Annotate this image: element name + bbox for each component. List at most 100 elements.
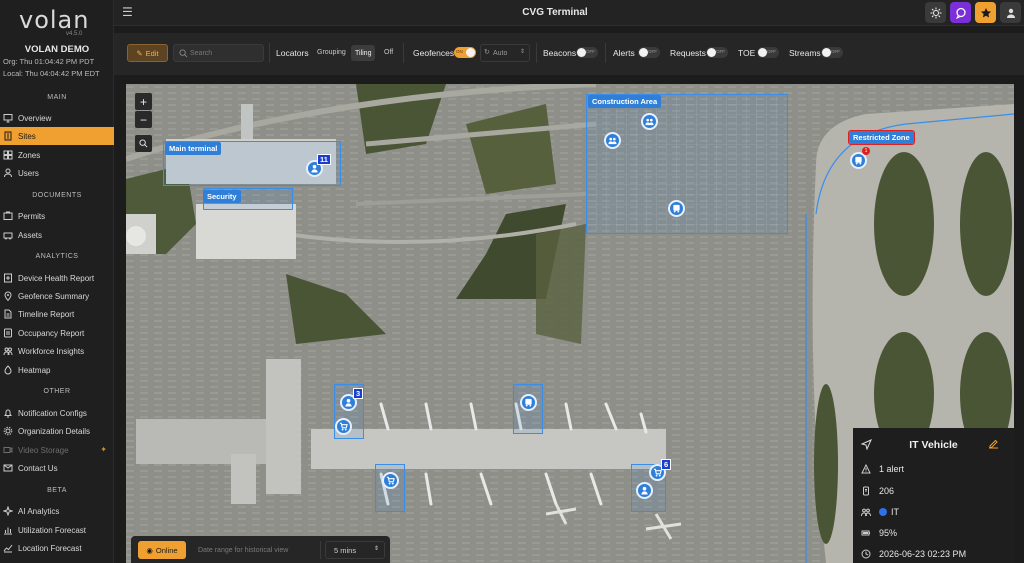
auto-dropdown[interactable]: ↻ Auto ⇕ (480, 44, 530, 62)
cart-icon (339, 422, 348, 431)
toggle-knob (758, 48, 767, 57)
alerts-toggle[interactable]: OFF (638, 47, 660, 58)
mail-icon (3, 463, 13, 473)
user-menu-button[interactable] (1000, 2, 1021, 23)
geofences-toggle[interactable]: ON (454, 47, 476, 58)
sidebar-item-timeline-report[interactable]: Timeline Report (0, 305, 114, 323)
divider (269, 43, 270, 63)
users-icon (3, 168, 13, 178)
online-button[interactable]: ◉ Online (138, 541, 186, 559)
cluster-count-badge: 3 (353, 388, 364, 399)
person-icon (311, 164, 318, 173)
requests-toggle[interactable]: OFF (706, 47, 728, 58)
streams-toggle[interactable]: OFF (821, 47, 843, 58)
chat-icon (955, 7, 966, 19)
sidebar-item-notification-configs[interactable]: Notification Configs (0, 404, 114, 422)
zone-label-security[interactable]: Security (203, 190, 241, 203)
edit-label: Edit (145, 48, 159, 58)
sidebar-item-sites[interactable]: Sites (0, 127, 114, 145)
zone-label-construction-area[interactable]: Construction Area (588, 95, 662, 108)
locator-mode-tiling[interactable]: Tiling (351, 45, 376, 61)
battery-icon (861, 530, 870, 536)
cart-icon (386, 476, 395, 485)
search-icon (139, 139, 148, 148)
sidebar-item-label: Notification Configs (18, 408, 87, 418)
beacons-toggle[interactable]: OFF (576, 47, 598, 58)
insights-icon (3, 346, 13, 356)
id-value: 206 (879, 486, 895, 496)
person-icon (345, 398, 352, 407)
zoom-out-button[interactable]: − (135, 111, 152, 128)
sidebar-item-organization-details[interactable]: Organization Details (0, 422, 114, 440)
sidebar-item-contact-us[interactable]: Contact Us (0, 459, 114, 477)
divider (403, 43, 404, 63)
sidebar-item-location-forecast[interactable]: Location Forecast (0, 539, 114, 557)
live-icon: ◉ (146, 545, 153, 555)
toggle-knob (639, 48, 648, 57)
sidebar-item-device-health[interactable]: Device Health Report (0, 269, 114, 287)
cart-pin[interactable] (382, 472, 399, 489)
forecast-icon (3, 543, 13, 553)
sidebar-item-video-storage: Video Storage ✦ (0, 441, 114, 459)
asset-info-panel: IT Vehicle 1 alert 206 IT 95% 2026-06-23… (853, 428, 1014, 563)
pencil-icon: ✎ (136, 48, 143, 58)
sidebar-item-label: Video Storage (18, 445, 69, 455)
sidebar-item-label: Assets (18, 230, 43, 240)
interval-dropdown[interactable]: 5 mins ⇕ (325, 541, 385, 559)
edit-button[interactable]: ✎ Edit (127, 44, 168, 62)
sidebar-item-label: Permits (18, 211, 46, 221)
theme-toggle-button[interactable] (925, 2, 946, 23)
group-pin[interactable] (604, 132, 621, 149)
page-title: CVG Terminal (522, 7, 588, 18)
search-input[interactable]: Search (173, 44, 264, 62)
sidebar-item-heatmap[interactable]: Heatmap (0, 361, 114, 379)
locator-mode-off[interactable]: Off (384, 49, 393, 56)
heatmap-icon (3, 365, 13, 375)
favorites-button[interactable] (975, 2, 996, 23)
sidebar-item-workforce-insights[interactable]: Workforce Insights (0, 342, 114, 360)
zone-label-restricted-zone[interactable]: Restricted Zone (848, 130, 915, 145)
alerts-row: 1 alert (861, 464, 904, 474)
divider (605, 43, 606, 63)
toe-toggle[interactable]: OFF (757, 47, 779, 58)
sidebar-item-ai-analytics[interactable]: AI Analytics (0, 502, 114, 520)
chart-icon (3, 525, 13, 535)
zone-label-main-terminal[interactable]: Main terminal (165, 142, 222, 155)
sidebar-item-occupancy-report[interactable]: Occupancy Report (0, 324, 114, 342)
group-row: IT (861, 507, 899, 517)
monitor-icon (3, 113, 13, 123)
vehicle-pin[interactable] (668, 200, 685, 217)
edit-icon[interactable] (988, 438, 999, 449)
map-search-button[interactable] (135, 135, 152, 152)
search-icon (179, 49, 188, 58)
date-range-input[interactable]: Date range for historical view (192, 541, 321, 559)
warning-icon (861, 464, 871, 474)
vehicle-pin[interactable] (520, 394, 537, 411)
sidebar-item-assets[interactable]: Assets (0, 226, 114, 244)
chat-button[interactable] (950, 2, 971, 23)
sun-icon (930, 7, 941, 18)
locator-mode-grouping[interactable]: Grouping (317, 49, 346, 56)
sidebar-item-utilization-forecast[interactable]: Utilization Forecast (0, 521, 114, 539)
sidebar-item-permits[interactable]: Permits (0, 207, 114, 225)
online-label: Online (155, 545, 178, 555)
map-toolbar: ✎ Edit Search Locators Grouping Tiling Of… (114, 33, 1024, 75)
bus-icon (525, 398, 532, 407)
zone-construction-area[interactable] (586, 94, 788, 234)
toggle-on-text: ON (456, 49, 463, 54)
cart-pin[interactable] (335, 418, 352, 435)
person-pin[interactable] (636, 482, 653, 499)
sidebar-item-overview[interactable]: Overview (0, 109, 114, 127)
zoom-in-button[interactable]: + (135, 93, 152, 110)
app-root: volan v4.5.0 VOLAN DEMO Org: Thu 01:04:4… (0, 0, 1024, 563)
refresh-icon: ↻ (484, 49, 490, 56)
auto-label: Auto (493, 49, 508, 57)
group-pin[interactable] (641, 113, 658, 130)
sidebar-item-geofence-summary[interactable]: Geofence Summary (0, 287, 114, 305)
toggle-off-text: OFF (716, 49, 725, 54)
sidebar-item-zones[interactable]: Zones (0, 146, 114, 164)
section-main: MAIN (47, 94, 67, 101)
group-value: IT (891, 507, 899, 517)
sidebar-item-users[interactable]: Users (0, 164, 114, 182)
ai-icon (3, 506, 13, 516)
